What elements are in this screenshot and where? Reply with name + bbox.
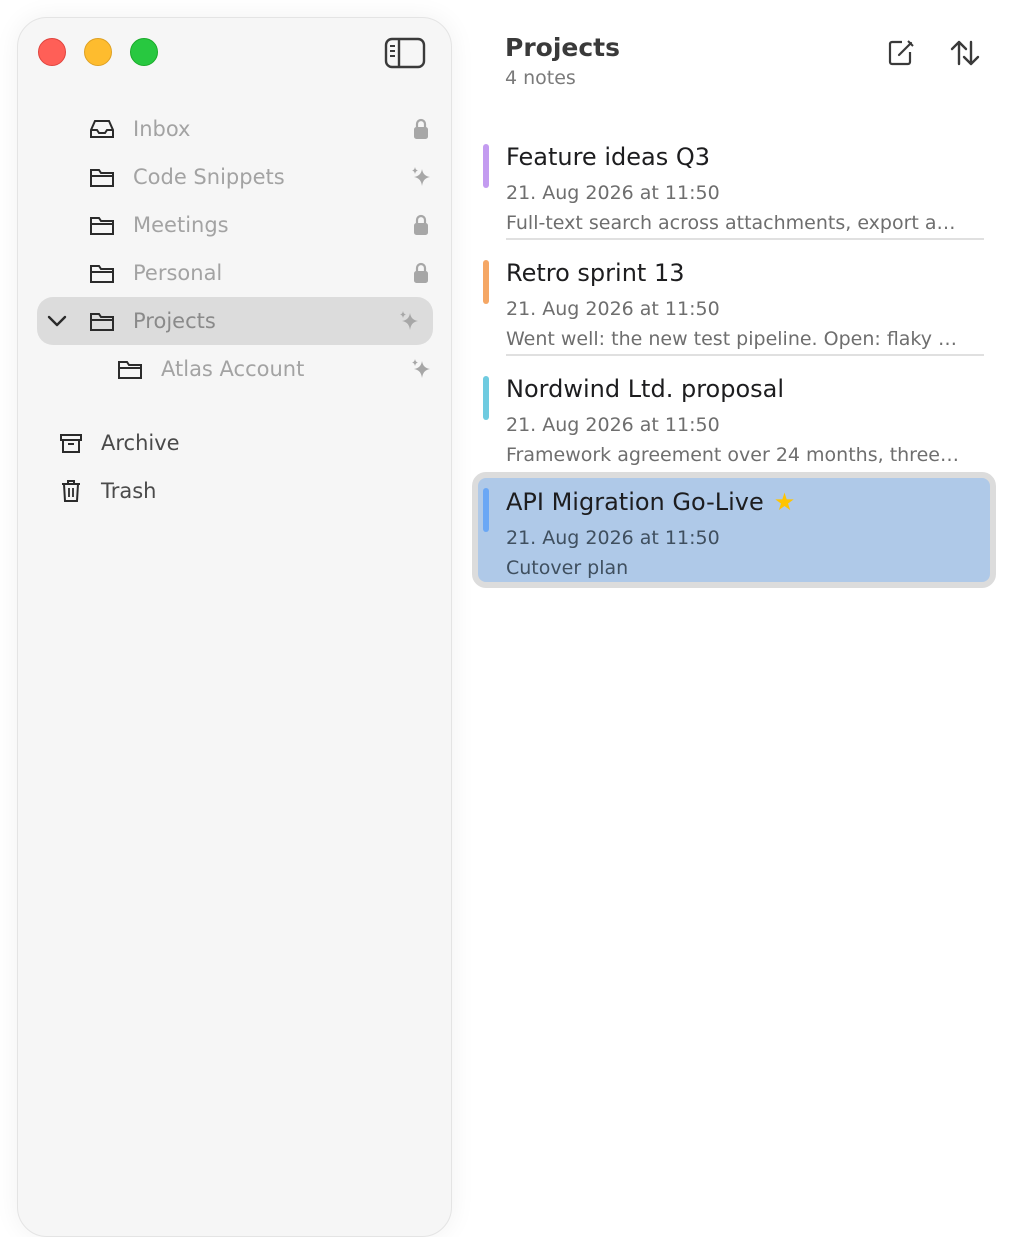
sort-button[interactable] xyxy=(947,36,983,70)
sidebar-item-label: Projects xyxy=(133,309,216,333)
chevron-down-icon[interactable] xyxy=(43,307,71,335)
inbox-icon xyxy=(88,115,116,143)
sidebar-item-archive[interactable]: Archive xyxy=(37,419,433,467)
sort-arrows-icon xyxy=(950,40,980,66)
note-title: API Migration Go-Live ★ xyxy=(506,488,795,516)
note-color-bar xyxy=(483,376,489,420)
note-color-bar xyxy=(483,260,489,304)
note-title-text: API Migration Go-Live xyxy=(506,488,764,516)
sidebar-item-code-snippets[interactable]: Code Snippets xyxy=(37,153,433,201)
sparkle-icon xyxy=(409,165,433,189)
note-date: 21. Aug 2026 at 11:50 xyxy=(506,414,720,436)
note-preview: Cutover plan xyxy=(506,557,629,579)
new-note-button[interactable] xyxy=(883,36,919,70)
note-title: Nordwind Ltd. proposal xyxy=(506,375,785,403)
sidebar-item-label: Code Snippets xyxy=(133,165,285,189)
note-title: Retro sprint 13 xyxy=(506,259,685,287)
compose-icon xyxy=(888,40,914,66)
note-date: 21. Aug 2026 at 11:50 xyxy=(506,527,720,549)
sidebar-item-projects[interactable]: Projects xyxy=(37,297,433,345)
sidebar-item-trash[interactable]: Trash xyxy=(37,467,433,515)
sidebar-item-label: Archive xyxy=(101,431,180,455)
trash-icon xyxy=(57,477,85,505)
lock-icon xyxy=(409,213,433,237)
sparkle-icon xyxy=(397,309,421,333)
note-item-nordwind-proposal[interactable]: Nordwind Ltd. proposal 21. Aug 2026 at 1… xyxy=(472,356,996,472)
sidebar-item-inbox[interactable]: Inbox xyxy=(37,105,433,153)
note-color-bar xyxy=(483,488,489,532)
note-title: Feature ideas Q3 xyxy=(506,143,710,171)
minimize-window-button[interactable] xyxy=(84,38,112,66)
sidebar: Inbox Code Snippets Meetings Personal Pr… xyxy=(17,17,452,1237)
zoom-window-button[interactable] xyxy=(130,38,158,66)
close-window-button[interactable] xyxy=(38,38,66,66)
folder-icon xyxy=(88,211,116,239)
folder-icon xyxy=(88,307,116,335)
toggle-sidebar-button[interactable] xyxy=(384,37,426,69)
sidebar-item-label: Personal xyxy=(133,261,223,285)
note-preview: Framework agreement over 24 months, thre… xyxy=(506,444,959,466)
note-color-bar xyxy=(483,144,489,188)
sidebar-item-label: Meetings xyxy=(133,213,229,237)
note-date: 21. Aug 2026 at 11:50 xyxy=(506,182,720,204)
sparkle-icon xyxy=(409,357,433,381)
note-preview: Went well: the new test pipeline. Open: … xyxy=(506,328,961,350)
lock-icon xyxy=(409,117,433,141)
archive-icon xyxy=(57,429,85,457)
note-date: 21. Aug 2026 at 11:50 xyxy=(506,298,720,320)
sidebar-item-label: Trash xyxy=(101,479,157,503)
note-item-retro-sprint[interactable]: Retro sprint 13 21. Aug 2026 at 11:50 We… xyxy=(472,240,996,356)
sidebar-item-label: Inbox xyxy=(133,117,191,141)
sidebar-item-label: Atlas Account xyxy=(161,357,305,381)
sidebar-item-personal[interactable]: Personal xyxy=(37,249,433,297)
folder-icon xyxy=(116,355,144,383)
note-item-feature-ideas[interactable]: Feature ideas Q3 21. Aug 2026 at 11:50 F… xyxy=(472,124,996,240)
note-count: 4 notes xyxy=(505,67,576,89)
folder-icon xyxy=(88,259,116,287)
list-title: Projects xyxy=(505,33,621,62)
sidebar-icon xyxy=(384,37,426,69)
note-preview: Full-text search across attachments, exp… xyxy=(506,212,956,234)
folder-icon xyxy=(88,163,116,191)
sidebar-item-meetings[interactable]: Meetings xyxy=(37,201,433,249)
note-item-api-migration[interactable]: API Migration Go-Live ★ 21. Aug 2026 at 1… xyxy=(472,472,996,588)
sidebar-item-atlas-account[interactable]: Atlas Account xyxy=(37,345,433,393)
lock-icon xyxy=(409,261,433,285)
star-icon: ★ xyxy=(773,488,796,516)
